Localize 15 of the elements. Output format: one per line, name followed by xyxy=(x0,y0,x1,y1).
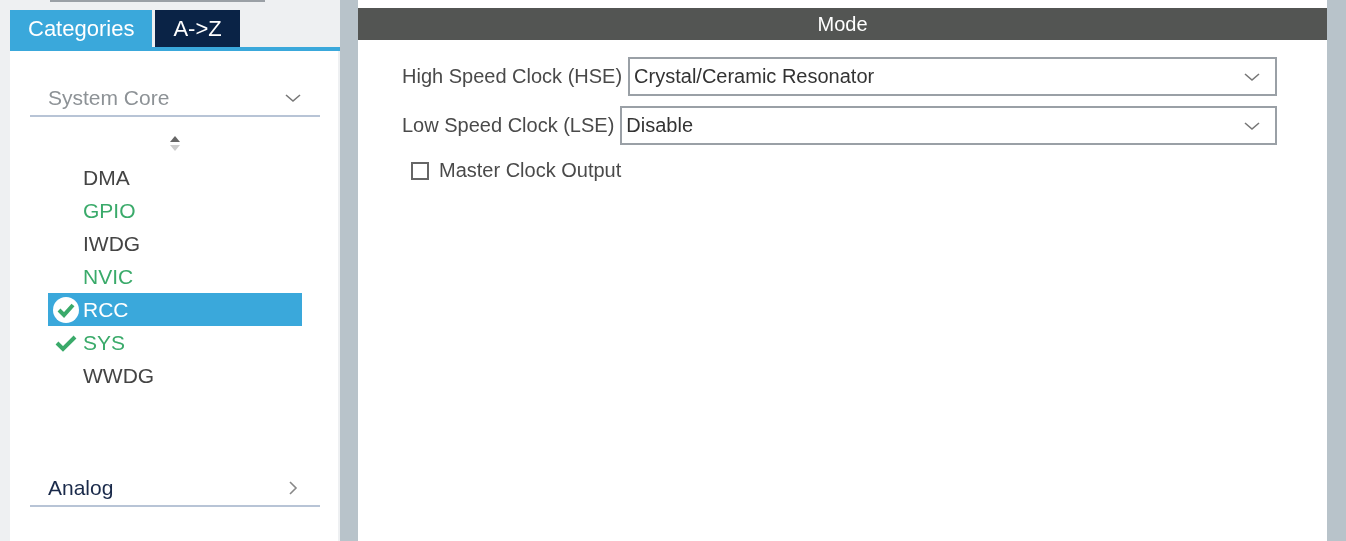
field-label: Low Speed Clock (LSE) xyxy=(402,114,615,137)
checkbox-label: Master Clock Output xyxy=(439,159,622,182)
scrollbar[interactable] xyxy=(1327,0,1346,541)
tab[interactable]: A->Z xyxy=(155,10,240,47)
category-dropdown[interactable]: Analog xyxy=(30,471,320,507)
chevron-down-icon xyxy=(284,91,302,105)
scroll-up-icon[interactable] xyxy=(169,135,181,153)
peripheral-item[interactable]: DMA xyxy=(48,161,302,194)
clock-select[interactable]: Crystal/Ceramic Resonator xyxy=(628,57,1277,96)
checkbox[interactable] xyxy=(411,161,429,180)
mode-header: Mode xyxy=(358,8,1327,40)
peripheral-item[interactable]: IWDG xyxy=(48,227,302,260)
peripheral-item[interactable]: WWDG xyxy=(48,359,302,392)
clock-select[interactable]: Disable xyxy=(620,106,1277,145)
field-label: High Speed Clock (HSE) xyxy=(402,65,623,88)
